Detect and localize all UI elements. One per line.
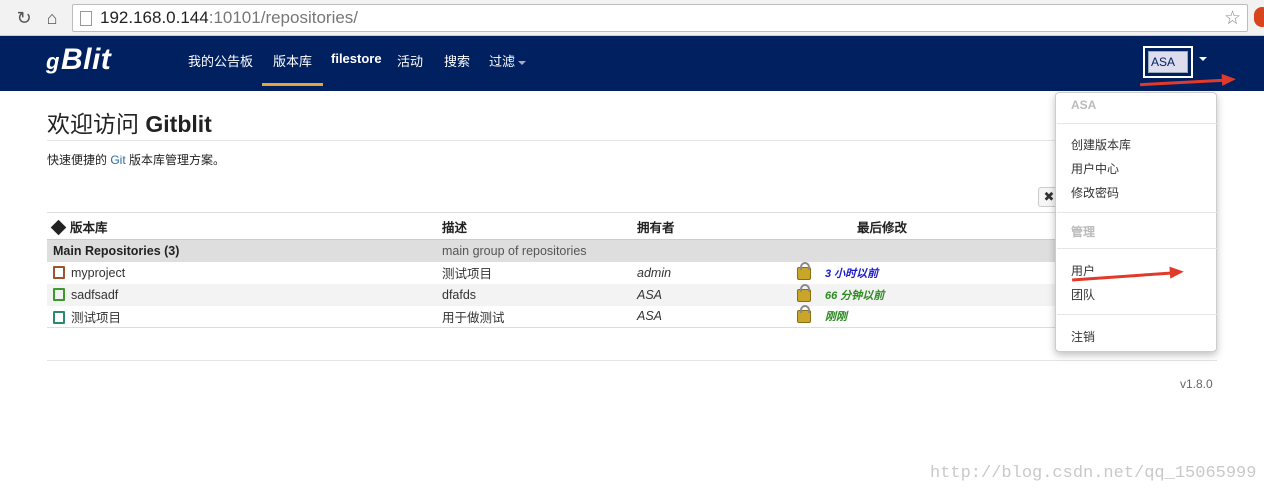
last-change: 3 小时以前 [825,267,879,280]
divider [1057,212,1217,213]
menu-item-new-repository[interactable]: 创建版本库 [1071,136,1131,153]
navbar: gBlit 我的公告板 版本库 filestore 活动 搜索 过滤 ASA [0,36,1264,91]
table-row[interactable]: sadfsadf dfafds ASA 66 分钟以前 [47,283,1217,306]
repository-description: dfafds [442,283,637,306]
dropdown-header-user: ASA [1071,98,1097,112]
column-header-description[interactable]: 描述 [442,212,637,240]
repositories-table: 版本库 描述 拥有者 最后修改 Main Repositories (3) ma… [47,212,1217,328]
group-name[interactable]: Main Repositories (3) [47,239,442,262]
divider [1057,248,1217,249]
repository-icon [53,265,65,279]
divider [47,360,1217,361]
lock-icon [797,305,811,324]
menu-item-user-center[interactable]: 用户中心 [1071,160,1119,177]
browser-toolbar: ↻ ⌂ 192.168.0.144:10101/repositories/ ☆ [0,0,1264,36]
repository-icon [53,310,65,324]
nav-item-filestore[interactable]: filestore [331,51,382,66]
repository-description: 测试项目 [442,267,493,281]
nav-item-activity[interactable]: 活动 [397,51,423,70]
divider [1057,314,1217,315]
menu-item-change-password[interactable]: 修改密码 [1071,184,1119,201]
url-text[interactable]: 192.168.0.144:10101/repositories/ [100,8,358,28]
avatar: ASA [1148,51,1188,73]
nav-item-filter[interactable]: 过滤 [489,51,527,70]
menu-item-logout[interactable]: 注销 [1071,328,1095,345]
table-header-row: 版本库 描述 拥有者 最后修改 [47,212,1217,240]
repository-name[interactable]: myproject [71,266,125,280]
git-diamond-icon [50,219,67,235]
bookmark-star-icon[interactable]: ☆ [1224,7,1241,30]
group-row[interactable]: Main Repositories (3) main group of repo… [47,239,1217,262]
divider [47,140,1217,141]
home-icon[interactable]: ⌂ [40,6,64,30]
user-avatar-button[interactable]: ASA [1143,46,1193,78]
page-title: 欢迎访问 Gitblit [47,111,212,137]
repository-name[interactable]: sadfsadf [71,288,118,302]
repository-icon [53,287,65,301]
gitblit-logo[interactable]: gBlit [46,43,111,77]
git-link[interactable]: Git [110,153,125,167]
user-dropdown-menu: ASA 创建版本库 用户中心 修改密码 管理 用户 团队 注销 [1055,92,1217,352]
watermark: http://blog.csdn.net/qq_15065999 [930,464,1257,483]
repository-name[interactable]: 测试项目 [71,311,121,325]
user-menu-caret-icon[interactable] [1199,57,1207,61]
address-bar[interactable]: 192.168.0.144:10101/repositories/ ☆ [72,4,1248,32]
last-change: 66 分钟以前 [825,289,885,302]
extension-icon[interactable] [1254,7,1264,27]
lock-icon [797,261,811,280]
page-subtitle: 快速便捷的 Git 版本库管理方案。 [47,153,226,167]
column-header-owner[interactable]: 拥有者 [637,212,827,240]
repository-description: 用于做测试 [442,305,637,328]
lock-icon [797,283,811,302]
column-header-repository[interactable]: 版本库 [47,212,442,240]
reload-icon[interactable]: ↻ [12,6,36,30]
last-change: 刚刚 [825,311,847,324]
page-icon [80,11,92,26]
menu-item-teams[interactable]: 团队 [1071,286,1095,303]
version-label: v1.8.0 [1180,377,1213,391]
table-row[interactable]: 测试项目 用于做测试 ASA 刚刚 [47,305,1217,328]
nav-item-dashboard[interactable]: 我的公告板 [188,51,253,70]
chevron-down-icon [518,60,527,65]
nav-item-repositories[interactable]: 版本库 [262,51,324,86]
dropdown-header-admin: 管理 [1071,225,1096,239]
table-row[interactable]: myproject 测试项目 admin 3 小时以前 [47,261,1217,284]
divider [1057,123,1217,124]
nav-item-search[interactable]: 搜索 [444,51,470,70]
